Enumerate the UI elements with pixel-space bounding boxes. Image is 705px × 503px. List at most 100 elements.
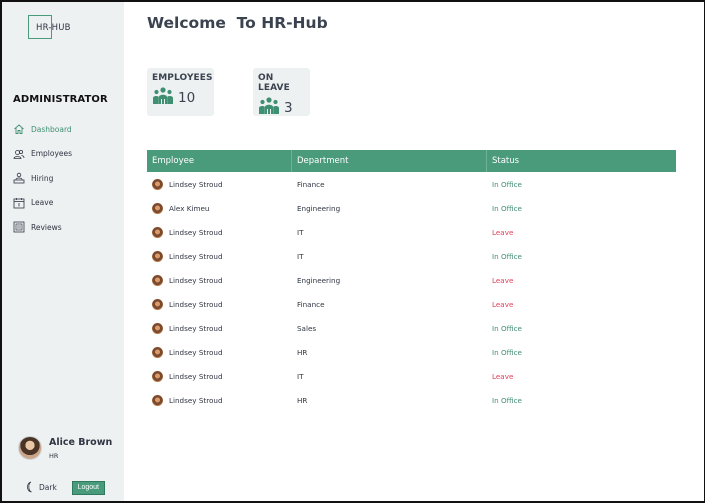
sidebar-item-employees[interactable]: Employees <box>13 142 72 167</box>
user-profile[interactable]: Alice Brown HR <box>18 436 112 460</box>
profile-name: Alice Brown <box>49 437 113 448</box>
employee-name: Lindsey Stroud <box>169 299 223 309</box>
department-cell: IT <box>297 251 304 261</box>
employee-cell: Lindsey Stroud <box>147 250 292 262</box>
table-row[interactable]: Lindsey Stroud IT Leave <box>147 364 676 388</box>
employee-name: Lindsey Stroud <box>169 395 223 405</box>
avatar <box>152 250 163 262</box>
department-cell: Engineering <box>297 275 341 285</box>
sidebar-item-leave[interactable]: Leave <box>13 191 72 216</box>
status-cell: In Office <box>492 395 522 405</box>
app-window: HR-HUB ADMINISTRATOR Dashboard Employees <box>0 0 705 503</box>
status-cell: Leave <box>492 371 514 381</box>
group-icon <box>258 96 280 120</box>
avatar <box>18 436 42 460</box>
profile-dept: HR <box>49 452 59 460</box>
employee-name: Lindsey Stroud <box>169 347 223 357</box>
table-header: Employee Department Status <box>147 150 676 172</box>
employee-cell: Lindsey Stroud <box>147 298 292 310</box>
table-body: Lindsey Stroud Finance In Office Alex Kimeu… <box>147 172 676 412</box>
sidebar-item-label: Employees <box>31 149 73 159</box>
avatar <box>152 346 163 358</box>
status-cell: In Office <box>492 347 522 357</box>
employee-name: Alex Kimeu <box>169 203 210 213</box>
avatar <box>152 394 163 406</box>
avatar <box>152 202 163 214</box>
stat-label: EMPLOYEES <box>152 73 213 83</box>
page-title: Welcome To HR-Hub <box>147 14 328 32</box>
logo[interactable]: HR-HUB <box>28 15 70 39</box>
employee-table: Employee Department Status Lindsey Strou… <box>147 150 676 412</box>
employee-cell: Lindsey Stroud <box>147 226 292 238</box>
logout-button[interactable]: Logout <box>71 480 105 495</box>
employee-cell: Lindsey Stroud <box>147 274 292 286</box>
table-row[interactable]: Lindsey Stroud Finance Leave <box>147 292 676 316</box>
users-icon <box>13 148 25 160</box>
employee-cell: Lindsey Stroud <box>147 394 292 406</box>
stat-row: 3 <box>258 96 305 120</box>
column-header-status[interactable]: Status <box>487 150 676 172</box>
department-cell: Finance <box>297 299 325 309</box>
sidebar-item-label: Hiring <box>31 173 54 183</box>
stat-card-employees[interactable]: EMPLOYEES 10 <box>147 68 214 116</box>
status-cell: In Office <box>492 179 522 189</box>
department-cell: HR <box>297 347 308 357</box>
status-cell: Leave <box>492 275 514 285</box>
group-icon <box>152 86 174 110</box>
department-cell: Sales <box>297 323 317 333</box>
sidebar-footer: Dark Logout <box>24 478 105 497</box>
stat-value: 3 <box>284 100 293 116</box>
employee-cell: Lindsey Stroud <box>147 346 292 358</box>
sidebar-item-label: Leave <box>31 198 54 208</box>
employee-name: Lindsey Stroud <box>169 275 223 285</box>
sidebar-item-reviews[interactable]: Reviews <box>13 215 72 240</box>
avatar <box>152 322 163 334</box>
table-row[interactable]: Lindsey Stroud HR In Office <box>147 388 676 412</box>
employee-cell: Lindsey Stroud <box>147 322 292 334</box>
table-row[interactable]: Lindsey Stroud Finance In Office <box>147 172 676 196</box>
logo-text: HR-HUB <box>36 23 71 33</box>
table-row[interactable]: Lindsey Stroud IT Leave <box>147 220 676 244</box>
hiring-icon <box>13 172 25 184</box>
department-cell: Finance <box>297 179 325 189</box>
table-row[interactable]: Lindsey Stroud HR In Office <box>147 340 676 364</box>
moon-icon <box>24 478 35 497</box>
avatar <box>152 298 163 310</box>
employee-cell: Lindsey Stroud <box>147 370 292 382</box>
status-cell: Leave <box>492 299 514 309</box>
sidebar-item-dashboard[interactable]: Dashboard <box>13 117 72 142</box>
department-cell: IT <box>297 227 304 237</box>
employee-name: Lindsey Stroud <box>169 227 223 237</box>
stat-label: ON LEAVE <box>258 73 290 93</box>
stat-row: 10 <box>152 86 209 110</box>
status-cell: Leave <box>492 227 514 237</box>
status-cell: In Office <box>492 203 522 213</box>
column-header-department[interactable]: Department <box>292 150 487 172</box>
sidebar: HR-HUB ADMINISTRATOR Dashboard Employees <box>2 2 124 501</box>
avatar <box>152 178 163 190</box>
stat-value: 10 <box>178 90 196 106</box>
department-cell: HR <box>297 395 308 405</box>
stat-card-on-leave[interactable]: ON LEAVE 3 <box>253 68 310 116</box>
avatar <box>152 226 163 238</box>
sidebar-nav: Dashboard Employees Hiring Leave Reviews <box>13 117 72 240</box>
employee-name: Lindsey Stroud <box>169 251 223 261</box>
table-row[interactable]: Lindsey Stroud IT In Office <box>147 244 676 268</box>
home-icon <box>13 123 25 135</box>
role-heading: ADMINISTRATOR <box>13 94 108 105</box>
dark-mode-toggle[interactable]: Dark <box>24 478 57 497</box>
status-cell: In Office <box>492 323 522 333</box>
employee-cell: Alex Kimeu <box>147 202 292 214</box>
department-cell: IT <box>297 371 304 381</box>
review-icon <box>13 221 25 233</box>
profile-info: Alice Brown HR <box>49 436 112 460</box>
column-header-employee[interactable]: Employee <box>147 150 292 172</box>
table-row[interactable]: Lindsey Stroud Sales In Office <box>147 316 676 340</box>
dark-mode-label: Dark <box>39 483 57 492</box>
sidebar-item-hiring[interactable]: Hiring <box>13 166 72 191</box>
table-row[interactable]: Lindsey Stroud Engineering Leave <box>147 268 676 292</box>
table-row[interactable]: Alex Kimeu Engineering In Office <box>147 196 676 220</box>
employee-name: Lindsey Stroud <box>169 371 223 381</box>
status-cell: In Office <box>492 251 522 261</box>
department-cell: Engineering <box>297 203 341 213</box>
